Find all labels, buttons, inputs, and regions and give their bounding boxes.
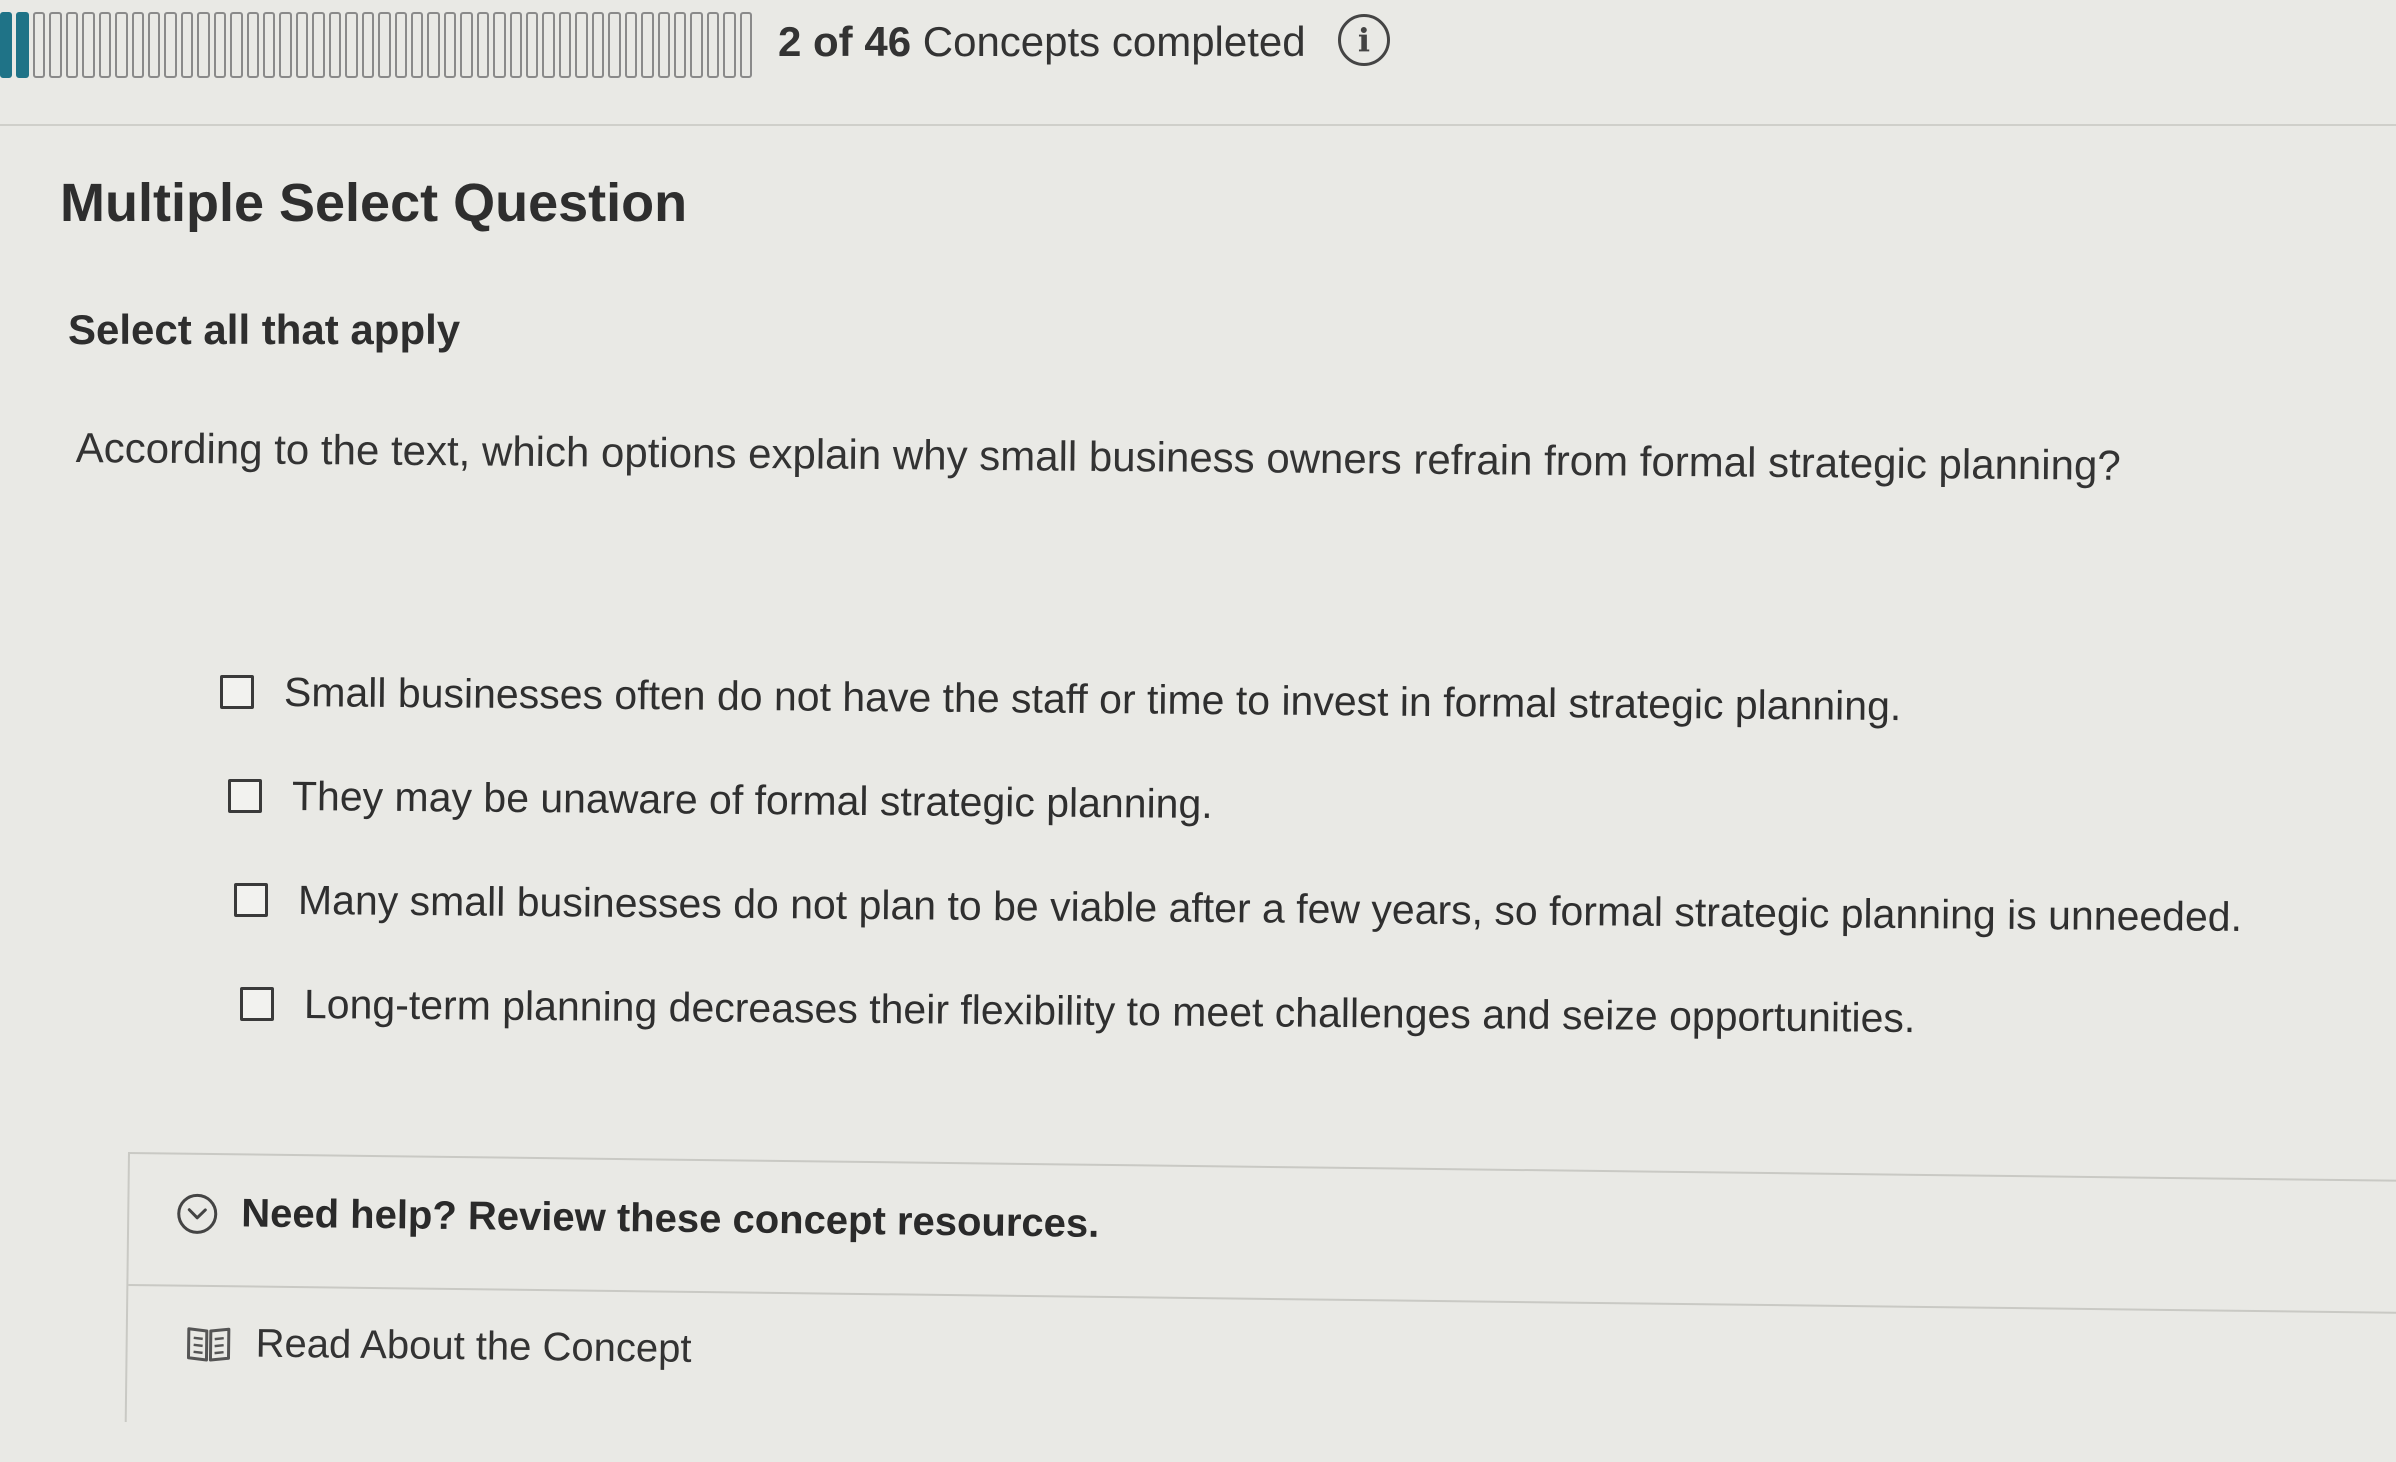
progress-segment bbox=[115, 12, 128, 78]
answer-option-label[interactable]: Long-term planning decreases their flexi… bbox=[304, 981, 1916, 1042]
progress-segment bbox=[279, 12, 292, 78]
progress-segment bbox=[246, 12, 259, 78]
read-about-concept-label[interactable]: Read About the Concept bbox=[255, 1322, 691, 1372]
progress-segment bbox=[49, 12, 62, 78]
progress-segment bbox=[575, 12, 588, 78]
answer-checkbox[interactable] bbox=[228, 779, 262, 813]
answer-option-label[interactable]: Small businesses often do not have the s… bbox=[284, 669, 1902, 730]
progress-segment bbox=[0, 12, 13, 78]
progress-segment bbox=[312, 12, 325, 78]
progress-segment bbox=[98, 12, 112, 78]
info-icon[interactable]: i bbox=[1338, 14, 1390, 66]
concept-progress-bar bbox=[0, 12, 753, 78]
answer-checkbox[interactable] bbox=[220, 675, 254, 709]
progress-segment bbox=[641, 12, 654, 78]
progress-segment bbox=[410, 12, 424, 78]
answer-option[interactable]: Long-term planning decreases their flexi… bbox=[240, 952, 2360, 1056]
progress-segment bbox=[608, 12, 621, 78]
progress-of-label: of bbox=[813, 18, 853, 65]
progress-segment bbox=[213, 12, 227, 78]
answer-option[interactable]: Many small businesses do not plan to be … bbox=[234, 848, 2360, 952]
progress-header: 2 of 46 Concepts completed i bbox=[0, 0, 2396, 126]
progress-segment bbox=[131, 12, 144, 78]
progress-segment bbox=[147, 12, 161, 78]
answer-option[interactable]: They may be unaware of formal strategic … bbox=[228, 744, 2360, 848]
progress-segment bbox=[32, 12, 46, 78]
progress-segment bbox=[657, 12, 670, 78]
progress-segment bbox=[723, 12, 736, 78]
concept-resources-panel: Need help? Review these concept resource… bbox=[124, 1152, 2396, 1451]
progress-segment bbox=[180, 12, 194, 78]
concept-resources-toggle[interactable]: Need help? Review these concept resource… bbox=[177, 1191, 1100, 1247]
progress-segment bbox=[706, 12, 720, 78]
progress-segment bbox=[526, 12, 539, 78]
progress-segment bbox=[509, 12, 522, 78]
book-icon bbox=[185, 1324, 231, 1363]
progress-segment bbox=[673, 12, 687, 78]
progress-segment bbox=[476, 12, 490, 78]
chevron-down-circle-icon[interactable] bbox=[177, 1193, 218, 1234]
help-divider bbox=[128, 1284, 2396, 1315]
progress-segment bbox=[591, 12, 605, 78]
answer-option[interactable]: Small businesses often do not have the s… bbox=[220, 640, 2360, 744]
progress-segment bbox=[16, 12, 29, 78]
answer-checkbox[interactable] bbox=[240, 987, 274, 1021]
progress-completed-count: 2 bbox=[778, 18, 802, 65]
progress-suffix: Concepts completed bbox=[922, 18, 1306, 65]
answer-option-label[interactable]: Many small businesses do not plan to be … bbox=[298, 877, 2242, 941]
progress-segment bbox=[197, 12, 210, 78]
progress-segment bbox=[690, 12, 703, 78]
progress-segment bbox=[460, 12, 473, 78]
question-prompt: According to the text, which options exp… bbox=[75, 424, 2121, 489]
progress-segment bbox=[542, 12, 555, 78]
progress-segment bbox=[295, 12, 309, 78]
progress-segment bbox=[378, 12, 391, 78]
progress-segment bbox=[361, 12, 375, 78]
progress-segment bbox=[558, 12, 572, 78]
question-type-heading: Multiple Select Question bbox=[60, 173, 688, 233]
answer-option-label[interactable]: They may be unaware of formal strategic … bbox=[292, 773, 1213, 828]
read-about-concept-link[interactable]: Read About the Concept bbox=[185, 1321, 692, 1372]
answer-options-list: Small businesses often do not have the s… bbox=[220, 640, 2360, 1056]
progress-segment bbox=[345, 12, 358, 78]
progress-label: 2 of 46 Concepts completed bbox=[778, 14, 1306, 70]
concept-resources-title[interactable]: Need help? Review these concept resource… bbox=[241, 1191, 1100, 1246]
progress-segment bbox=[624, 12, 638, 78]
answer-checkbox[interactable] bbox=[234, 883, 268, 917]
progress-segment bbox=[164, 12, 177, 78]
progress-segment bbox=[263, 12, 276, 78]
progress-segment bbox=[230, 12, 243, 78]
progress-segment bbox=[443, 12, 457, 78]
progress-segment bbox=[394, 12, 407, 78]
progress-segment bbox=[427, 12, 440, 78]
progress-segment bbox=[739, 12, 753, 78]
progress-segment bbox=[493, 12, 506, 78]
progress-total-count: 46 bbox=[864, 18, 912, 65]
progress-segment bbox=[82, 12, 95, 78]
progress-segment bbox=[328, 12, 342, 78]
progress-segment bbox=[65, 12, 79, 78]
question-instruction: Select all that apply bbox=[68, 306, 461, 353]
